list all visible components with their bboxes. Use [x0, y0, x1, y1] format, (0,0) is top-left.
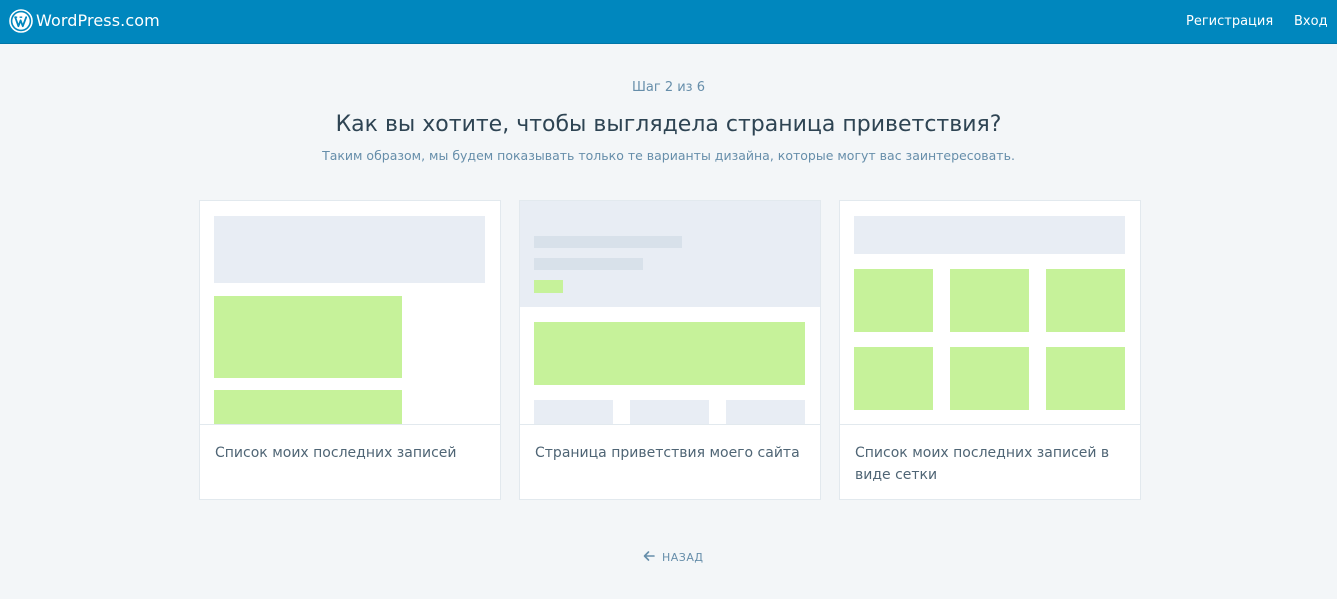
- preview-hero-button: [534, 280, 563, 293]
- preview-feature-block: [630, 400, 709, 424]
- welcome-page-preview: [520, 201, 820, 425]
- preview-header-block: [854, 216, 1125, 254]
- wordpress-logo-icon: [9, 9, 33, 33]
- preview-feature-block: [534, 400, 613, 424]
- preview-grid-tile: [1046, 269, 1125, 332]
- preview-hero-line: [534, 236, 682, 248]
- preview-hero-block: [520, 201, 820, 307]
- preview-grid-tile: [854, 347, 933, 410]
- preview-feature-block: [726, 400, 805, 424]
- posts-grid-preview: [840, 201, 1140, 425]
- back-label: НАЗАД: [662, 551, 704, 564]
- preview-grid-tile: [950, 347, 1029, 410]
- login-link[interactable]: Вход: [1294, 14, 1328, 30]
- option-label-welcome-page: Страница приветствия моего сайта: [535, 445, 800, 461]
- preview-content-block: [534, 322, 805, 385]
- signup-link[interactable]: Регистрация: [1186, 14, 1273, 30]
- step-indicator: Шаг 2 из 6: [632, 80, 705, 95]
- option-card-posts-grid[interactable]: Список моих последних записей в виде сет…: [839, 200, 1141, 500]
- preview-grid-tile: [950, 269, 1029, 332]
- latest-posts-preview: [200, 201, 500, 425]
- preview-grid-tile: [1046, 347, 1125, 410]
- preview-grid-tile: [854, 269, 933, 332]
- masterbar: WordPress.com Регистрация Вход: [0, 0, 1337, 44]
- preview-hero-line: [534, 258, 643, 270]
- brand-name: WordPress.com: [36, 11, 160, 30]
- arrow-left-icon: [642, 548, 656, 567]
- option-label-latest-posts: Список моих последних записей: [215, 445, 457, 461]
- preview-post-block: [214, 390, 402, 424]
- option-card-welcome-page[interactable]: Страница приветствия моего сайта: [519, 200, 821, 500]
- back-button[interactable]: НАЗАД: [642, 548, 703, 567]
- preview-header-block: [214, 216, 485, 283]
- option-label-posts-grid: Список моих последних записей в виде сет…: [855, 445, 1110, 483]
- wordpress-brand-link[interactable]: WordPress.com: [9, 9, 160, 33]
- preview-post-block: [214, 296, 402, 378]
- page-subtitle: Таким образом, мы будем показывать тольк…: [322, 148, 1015, 163]
- page-title: Как вы хотите, чтобы выглядела страница …: [335, 112, 1002, 137]
- option-card-latest-posts[interactable]: Список моих последних записей: [199, 200, 501, 500]
